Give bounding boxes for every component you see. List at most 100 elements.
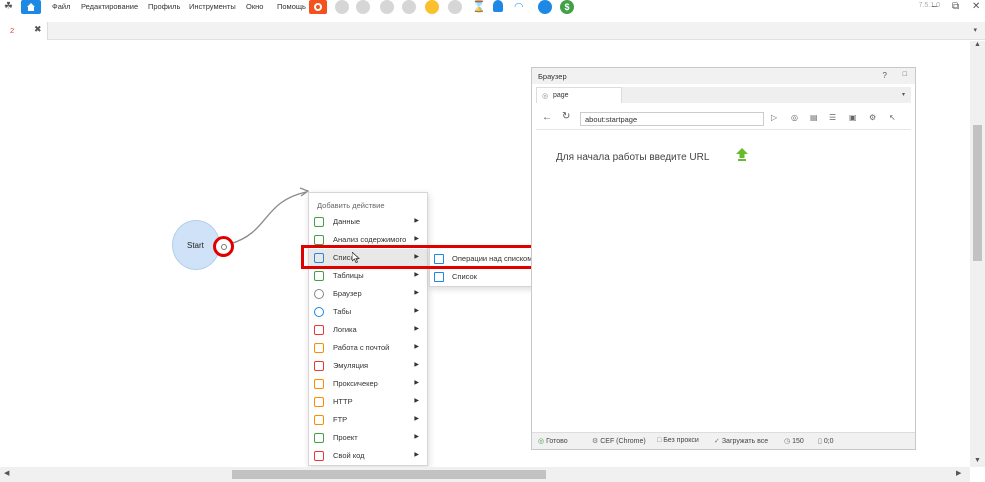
menu-item-label: Эмуляция [333,361,369,370]
status-proxy[interactable]: □ Без прокси [657,437,699,444]
status-count-label: 150 [792,438,804,445]
submenu-arrow-icon: ▶ [414,272,419,278]
submenu-arrow-icon: ▶ [414,344,419,350]
load-check-icon: ✓ [714,438,720,445]
submenu-arrow-icon: ▶ [414,236,419,242]
images-icon[interactable]: ▣ [849,113,857,122]
menu-item-gear[interactable]: Браузер ▶ [309,285,427,303]
scroll-down-icon[interactable]: ▼ [974,457,981,464]
menu-item-label: Табы [333,307,352,316]
url-text: about:startpage [585,115,638,124]
status-proxy-label: Без прокси [663,437,699,444]
menu-item-ftp[interactable]: FTP ▶ [309,411,427,429]
status-count[interactable]: ◷ 150 [784,437,804,445]
maximize-icon[interactable]: □ [903,71,907,78]
submenu-arrow-icon: ▶ [414,416,419,422]
horizontal-scroll-thumb[interactable] [232,470,546,479]
menu-item-label: Таблицы [333,271,364,280]
play-icon[interactable]: ▷ [771,113,777,122]
add-action-menu: Добавить действие Данные ▶ Анализ содержим… [308,192,428,466]
mouse-icon: ▯ [818,438,822,445]
status-ready: ◎ Готово [538,437,568,445]
menu-item-mail[interactable]: Работа с почтой ▶ [309,339,427,357]
browser-viewport[interactable]: Для начала работы введите URL [536,132,911,432]
menu-item-proxy[interactable]: Проксичекер ▶ [309,375,427,393]
browser-tab-dropdown-icon[interactable]: ▾ [902,91,905,98]
proxy-icon [314,379,324,389]
browser-panel: Браузер ? □ ◎ page ▾ ← ↻ about:startpage… [531,67,916,450]
menu-item-table[interactable]: Таблицы ▶ [309,267,427,285]
logic-icon [314,325,324,335]
up-arrow-icon [736,148,748,161]
vertical-scrollbar[interactable]: ▲ ▼ [970,41,985,467]
scroll-left-icon[interactable]: ◀ [4,469,9,477]
gear-icon [314,289,324,299]
project-icon [314,433,324,443]
pointer-icon[interactable]: ↖ [889,113,896,122]
scroll-up-icon[interactable]: ▲ [974,41,981,48]
help-icon[interactable]: ? [883,71,887,80]
ftp-icon [314,415,324,425]
user-icon [314,217,324,227]
menu-item-label: Проект [333,433,358,442]
submenu-arrow-icon: ▶ [414,380,419,386]
submenu-arrow-icon: ▶ [414,434,419,440]
menu-item-emulation[interactable]: Эмуляция ▶ [309,357,427,375]
clock-icon: ◷ [784,438,791,445]
http-icon [314,397,324,407]
menu-item-logic[interactable]: Логика ▶ [309,321,427,339]
reload-icon[interactable]: ↻ [562,111,570,122]
target-icon[interactable]: ◎ [791,113,798,122]
engine-icon: ⚙ [592,438,599,445]
globe-icon [314,307,324,317]
submenu-arrow-icon: ▶ [414,308,419,314]
back-arrow-icon[interactable]: ← [542,112,552,123]
submenu-item-label: Список [452,272,477,281]
cookies-icon[interactable]: ☰ [829,113,836,122]
url-input[interactable]: about:startpage [580,112,764,126]
menu-item-label: Анализ содержимого [333,235,407,244]
horizontal-scrollbar[interactable]: ◀ ▶ [0,467,970,482]
menu-item-globe[interactable]: Табы ▶ [309,303,427,321]
table-icon [314,271,324,281]
globe-icon: ◎ [542,93,549,100]
vertical-scroll-thumb[interactable] [973,125,982,261]
browser-tab-label: page [553,92,569,99]
connector-icon [221,244,227,250]
mail-icon [314,343,324,353]
menu-item-label: FTP [333,415,348,424]
browser-panel-title: Браузер [538,72,567,81]
menu-item-label: HTTP [333,397,353,406]
settings-icon[interactable]: ⚙ [869,113,876,122]
submenu-arrow-icon: ▶ [414,218,419,224]
check-circle-icon: ◎ [538,438,545,445]
submenu-arrow-icon: ▶ [414,452,419,458]
mouse-cursor-icon [352,252,360,263]
status-engine[interactable]: ⚙ CEF (Chrome) [592,437,646,445]
menu-item-label: Работа с почтой [333,343,390,352]
start-url-hint: Для начала работы введите URL [556,152,710,163]
menu-item-project[interactable]: Проект ▶ [309,429,427,447]
page-icon[interactable]: ▤ [810,113,818,122]
status-engine-label: CEF (Chrome) [600,438,646,445]
status-load-label: Загружать все [721,438,769,445]
menu-item-http[interactable]: HTTP ▶ [309,393,427,411]
menu-item-label: Логика [333,325,357,334]
browser-tab-bar: ◎ page ▾ [536,87,911,103]
add-action-menu-header: Добавить действие [317,201,385,210]
submenu-arrow-icon: ▶ [414,398,419,404]
submenu-arrow-icon: ▶ [414,326,419,332]
submenu-arrow-icon: ▶ [414,290,419,296]
browser-tab[interactable]: ◎ page [536,87,622,103]
menu-item-label: Данные [333,217,361,226]
proxy-icon: □ [657,437,662,444]
menu-item-csharp[interactable]: Свой код ▶ [309,447,427,465]
menu-item-label: Браузер [333,289,362,298]
status-ready-label: Готово [546,438,568,445]
menu-item-user[interactable]: Данные ▶ [309,213,427,231]
status-coords: ▯ 0;0 [818,437,834,445]
start-node-output-handle[interactable] [213,236,234,257]
list-icon [434,272,444,282]
scroll-right-icon[interactable]: ▶ [956,469,961,477]
status-load[interactable]: ✓ Загружать все [714,437,768,445]
